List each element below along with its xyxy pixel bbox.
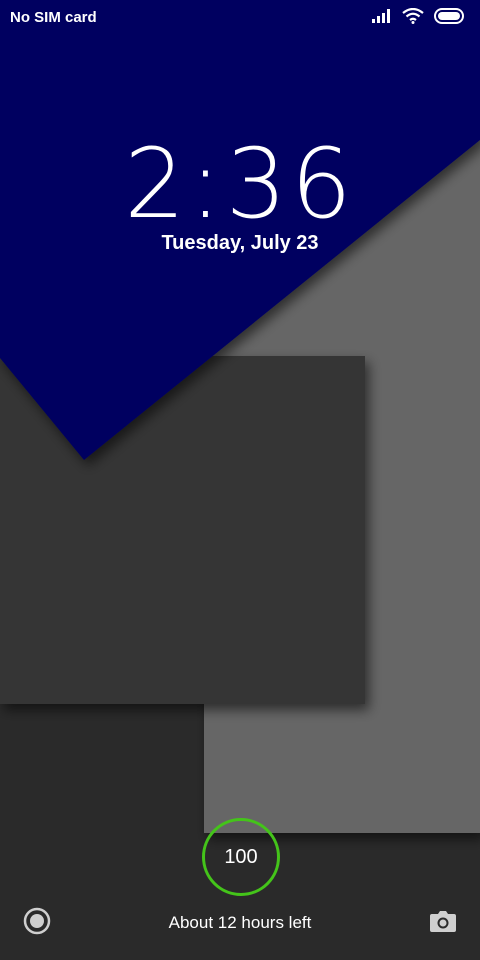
lock-screen: No SIM card 2:36 Tuesday, July 23 100 Ab…	[0, 0, 480, 960]
wifi-icon	[402, 7, 424, 29]
status-bar: No SIM card	[0, 0, 480, 36]
record-button[interactable]	[19, 905, 55, 941]
camera-icon	[429, 909, 457, 938]
signal-icon	[372, 9, 392, 28]
lock-clock: 2:36	[124, 128, 356, 240]
battery-level-text: 100	[224, 845, 258, 868]
carrier-label: No SIM card	[10, 9, 97, 26]
battery-level-ring: 100	[202, 818, 280, 896]
battery-icon	[434, 8, 466, 29]
lock-date: Tuesday, July 23	[161, 232, 319, 254]
status-icons	[372, 7, 466, 29]
camera-button[interactable]	[425, 905, 461, 941]
record-icon	[23, 907, 51, 940]
battery-time-remaining: About 12 hours left	[168, 913, 312, 932]
